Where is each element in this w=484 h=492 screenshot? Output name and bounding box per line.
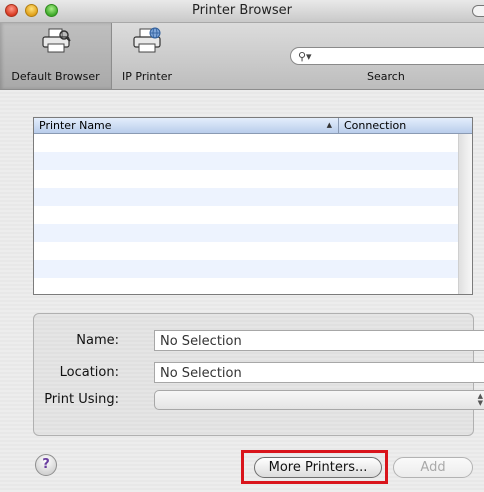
printer-icon	[41, 28, 71, 53]
magnifier-icon: ⚲▾	[298, 50, 312, 63]
name-label: Name:	[76, 333, 119, 348]
column-header-label: Printer Name	[39, 119, 112, 132]
add-button[interactable]: Add	[393, 457, 473, 478]
vertical-scrollbar[interactable]	[458, 134, 472, 294]
sort-ascending-icon: ▲	[326, 121, 332, 129]
location-label: Location:	[59, 365, 119, 380]
ip-printer-icon	[133, 27, 161, 53]
title-bar[interactable]: Printer Browser	[0, 0, 484, 23]
print-using-select[interactable]: ▲ ▼	[154, 390, 484, 410]
search-input[interactable]: ⚲▾	[290, 47, 484, 65]
printer-list-table[interactable]: Printer Name ▲ Connection	[33, 117, 473, 295]
toolbar-item-label: Default Browser	[11, 70, 100, 83]
search-label: Search	[367, 70, 405, 83]
table-row[interactable]	[34, 206, 459, 224]
help-button[interactable]: ?	[35, 454, 57, 476]
window-title: Printer Browser	[191, 3, 293, 18]
more-printers-button[interactable]: More Printers...	[254, 457, 382, 478]
toolbar-item-default-browser[interactable]: Default Browser	[0, 23, 112, 89]
table-row[interactable]	[34, 134, 459, 152]
table-header: Printer Name ▲ Connection	[34, 118, 472, 134]
table-row[interactable]	[34, 152, 459, 170]
table-row[interactable]	[34, 242, 459, 260]
toolbar-toggle-button[interactable]	[472, 5, 484, 17]
table-row[interactable]	[34, 170, 459, 188]
popup-arrows-icon: ▲ ▼	[477, 392, 483, 407]
name-field: No Selection	[154, 330, 484, 351]
printer-browser-window: Printer Browser Default Browser IP Print…	[0, 0, 484, 492]
toolbar-item-ip-printer[interactable]: IP Printer	[112, 23, 182, 89]
toolbar-item-label: IP Printer	[122, 70, 172, 83]
table-row[interactable]	[34, 224, 459, 242]
table-body[interactable]	[34, 134, 459, 294]
printer-info-group: Name: No Selection Location: No Selectio…	[33, 313, 484, 436]
location-field: No Selection	[154, 362, 484, 383]
column-header-connection[interactable]: Connection	[339, 118, 472, 133]
toolbar: Default Browser IP Printer ⚲▾ Search	[0, 23, 484, 90]
column-header-printer-name[interactable]: Printer Name ▲	[34, 118, 339, 133]
column-header-label: Connection	[344, 119, 407, 132]
print-using-label: Print Using:	[44, 392, 119, 407]
table-row[interactable]	[34, 260, 459, 278]
table-row[interactable]	[34, 188, 459, 206]
